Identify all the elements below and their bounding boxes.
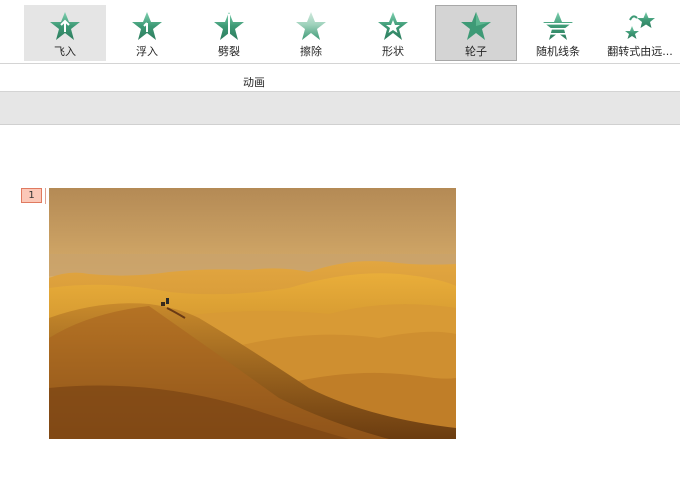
grow-turn-star-icon (625, 12, 655, 39)
animation-tag-connector (45, 188, 46, 204)
effect-label: 飞入 (54, 45, 76, 58)
effect-fly-in-button[interactable]: 飞入 (24, 5, 106, 61)
effect-label: 浮入 (136, 45, 158, 58)
float-in-star-icon (132, 12, 162, 40)
effect-label: 轮子 (465, 45, 487, 58)
effect-split-button[interactable]: 劈裂 (188, 5, 270, 61)
split-star-icon (214, 12, 244, 40)
wipe-star-icon (296, 12, 326, 40)
effect-float-in-button[interactable]: 浮入 (106, 5, 188, 61)
group-label-animation: 动画 (243, 76, 265, 89)
ribbon-group-bar: 动画 (0, 64, 680, 92)
fly-in-star-icon (50, 12, 80, 40)
effect-shape-button[interactable]: 形状 (352, 5, 434, 61)
effect-wheel-button[interactable]: 轮子 (435, 5, 517, 61)
random-bars-star-icon (543, 12, 573, 40)
effect-random-bars-button[interactable]: 随机线条 (517, 5, 599, 61)
shape-star-icon (378, 12, 408, 40)
effect-label: 翻转式由远... (607, 45, 673, 58)
effect-label: 形状 (382, 45, 404, 58)
desert-dunes-photo[interactable] (49, 188, 456, 439)
effect-label: 劈裂 (218, 45, 240, 58)
effect-label: 擦除 (300, 45, 322, 58)
animation-ribbon: 飞入 浮入 劈裂 擦除 形状 轮子 随机线条 翻转式由远... (0, 0, 680, 64)
wheel-star-icon (461, 12, 491, 40)
effect-label: 随机线条 (536, 45, 580, 58)
toolbar-strip (0, 92, 680, 125)
animation-order-tag[interactable]: 1 (21, 188, 42, 203)
desert-photo-illustration (49, 188, 456, 439)
effect-grow-turn-button[interactable]: 翻转式由远... (599, 5, 680, 61)
effect-wipe-button[interactable]: 擦除 (270, 5, 352, 61)
